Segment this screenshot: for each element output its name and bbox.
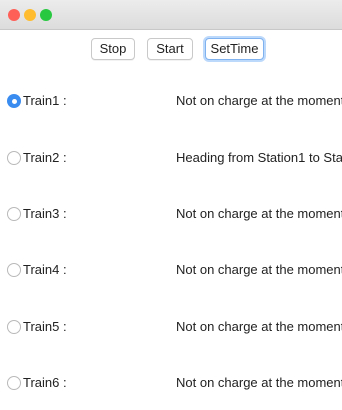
train1-status: Not on charge at the moment. (176, 93, 342, 108)
train-row-5: Train5 : Not on charge at the moment. (0, 317, 342, 339)
train1-radio[interactable] (7, 94, 21, 108)
train5-radio[interactable] (7, 320, 21, 334)
train-row-2: Train2 : Heading from Station1 to Statio… (0, 148, 342, 170)
train-row-4: Train4 : Not on charge at the moment. (0, 260, 342, 282)
train4-label: Train4 : (23, 262, 67, 277)
zoom-window-icon[interactable] (40, 9, 52, 21)
settime-button[interactable]: SetTime (205, 38, 264, 60)
train2-status: Heading from Station1 to Station2 (176, 150, 342, 165)
stop-button[interactable]: Stop (91, 38, 135, 60)
close-window-icon[interactable] (8, 9, 20, 21)
train1-label: Train1 : (23, 93, 67, 108)
train5-status: Not on charge at the moment. (176, 319, 342, 334)
train6-label: Train6 : (23, 375, 67, 390)
train3-radio[interactable] (7, 207, 21, 221)
train-row-1: Train1 : Not on charge at the moment. (0, 91, 342, 113)
train-row-6: Train6 : Not on charge at the moment. (0, 373, 342, 395)
train6-status: Not on charge at the moment. (176, 375, 342, 390)
train3-status: Not on charge at the moment. (176, 206, 342, 221)
train3-label: Train3 : (23, 206, 67, 221)
title-bar[interactable] (0, 0, 342, 30)
train6-radio[interactable] (7, 376, 21, 390)
train4-status: Not on charge at the moment. (176, 262, 342, 277)
start-button[interactable]: Start (147, 38, 193, 60)
train5-label: Train5 : (23, 319, 67, 334)
train-row-3: Train3 : Not on charge at the moment. (0, 204, 342, 226)
app-window: Stop Start SetTime Train1 : Not on charg… (0, 0, 342, 410)
train4-radio[interactable] (7, 263, 21, 277)
train2-label: Train2 : (23, 150, 67, 165)
minimize-window-icon[interactable] (24, 9, 36, 21)
train2-radio[interactable] (7, 151, 21, 165)
